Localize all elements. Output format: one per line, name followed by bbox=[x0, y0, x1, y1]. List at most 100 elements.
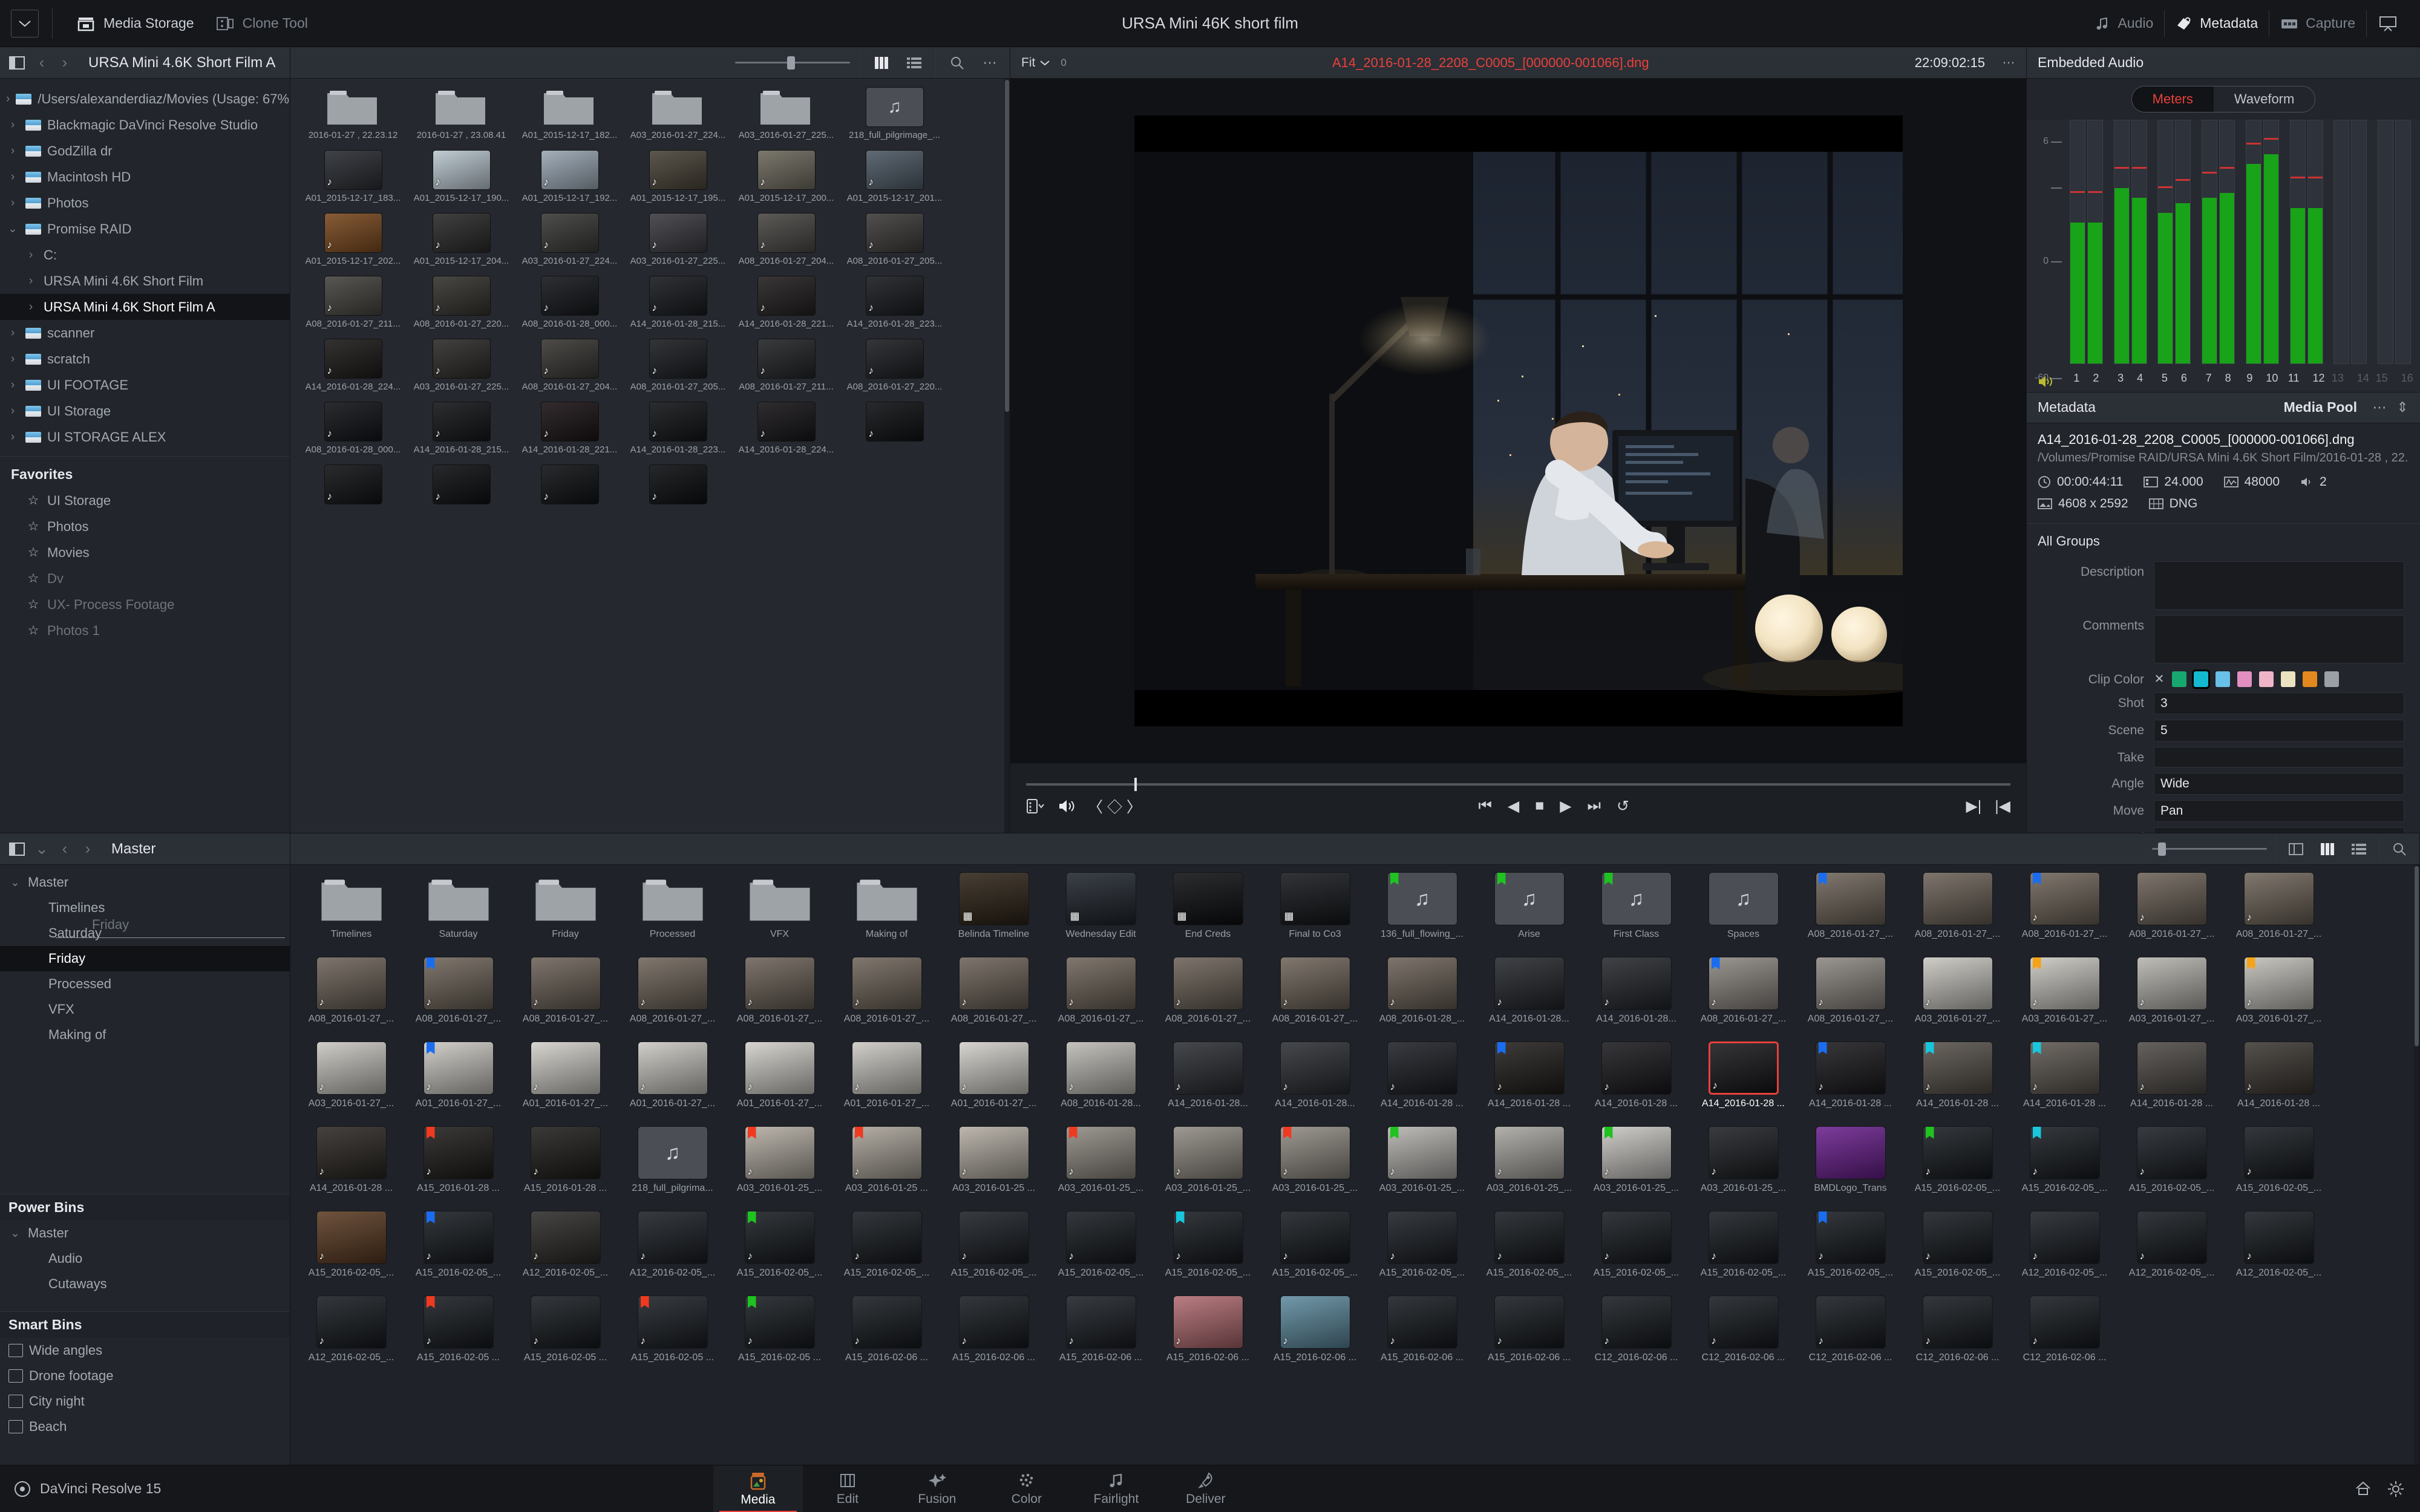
media-pool-item[interactable]: ♪ A08_2016-01-27_... bbox=[2225, 872, 2332, 957]
media-pool-item[interactable]: ♪ A12_2016-02-05_... bbox=[512, 1211, 619, 1295]
play-button[interactable]: ▶ bbox=[1560, 797, 1571, 815]
clip-thumb[interactable]: ♪ bbox=[1922, 1041, 1993, 1095]
clip-thumb[interactable]: ♪ bbox=[649, 402, 707, 442]
browser-item[interactable]: ♪ A01_2015-12-17_201... bbox=[840, 150, 949, 209]
media-pool-item[interactable]: ♪ A03_2016-01-27_... bbox=[2011, 957, 2118, 1041]
playhead[interactable] bbox=[1134, 777, 1137, 791]
browser-item[interactable]: ♪ A08_2016-01-27_211... bbox=[299, 276, 407, 335]
media-pool-item[interactable]: ♪ A08_2016-01-28_... bbox=[1369, 957, 1476, 1041]
clear-clip-color-icon[interactable]: ✕ bbox=[2154, 671, 2165, 686]
browser-item[interactable]: ♪ A08_2016-01-28_000... bbox=[515, 276, 624, 335]
clip-thumb[interactable]: ♪ bbox=[530, 1295, 601, 1349]
page-tab-deliver[interactable]: Deliver bbox=[1161, 1465, 1251, 1512]
clip-thumb[interactable]: ♪ bbox=[540, 464, 599, 504]
media-pool-item[interactable]: ♪ A15_2016-02-05_... bbox=[1261, 1211, 1369, 1295]
media-pool-item[interactable]: ♪ A15_2016-02-06 ... bbox=[1047, 1295, 1154, 1380]
clip-thumb[interactable]: ♪ bbox=[1601, 1041, 1672, 1095]
clip-thumb[interactable]: ♪ bbox=[432, 464, 491, 504]
media-pool-item[interactable]: ♪ A14_2016-01-28 ... bbox=[1476, 1041, 1583, 1126]
media-pool-item[interactable]: ♪ A15_2016-02-05_... bbox=[833, 1211, 940, 1295]
clip-thumb[interactable]: ♪ bbox=[316, 1126, 387, 1179]
browser-item[interactable]: ♪ A01_2015-12-17_183... bbox=[299, 150, 407, 209]
bin-tree-item[interactable]: Timelines bbox=[0, 895, 290, 921]
pool-search-icon[interactable] bbox=[2388, 838, 2411, 861]
tab-metadata[interactable]: Metadata bbox=[2033, 399, 2096, 415]
media-pool-item[interactable]: VFX bbox=[726, 872, 833, 957]
angle-field[interactable]: Wide bbox=[2154, 772, 2404, 795]
browser-item[interactable]: A03_2016-01-27_224... bbox=[624, 87, 732, 146]
clip-thumb[interactable]: ♪ bbox=[649, 276, 707, 316]
media-storage-button[interactable]: Media Storage bbox=[66, 15, 205, 32]
chevron-down-icon[interactable] bbox=[11, 9, 39, 37]
clip-thumb[interactable]: ♪ bbox=[649, 213, 707, 253]
media-pool-item[interactable]: Saturday bbox=[405, 872, 512, 957]
shot-field[interactable]: 3 bbox=[2154, 692, 2404, 714]
audio-clip-thumb[interactable]: ♫ bbox=[637, 1126, 708, 1179]
media-pool-item[interactable]: ♪ A03_2016-01-25_... bbox=[1047, 1126, 1154, 1211]
audio-clip-thumb[interactable]: ♫ bbox=[1494, 872, 1565, 925]
clip-thumb[interactable]: ♪ bbox=[2136, 872, 2207, 925]
favorite-item[interactable]: ☆ UX- Process Footage bbox=[0, 591, 290, 618]
media-pool-item[interactable]: ♪ A03_2016-01-25_... bbox=[1476, 1126, 1583, 1211]
media-pool-item[interactable]: ♪ A14_2016-01-28... bbox=[1583, 957, 1690, 1041]
browser-item[interactable]: ♪ A08_2016-01-27_220... bbox=[407, 276, 515, 335]
storage-tree-item[interactable]: › Photos bbox=[0, 190, 290, 216]
media-pool-item[interactable]: ♪ A03_2016-01-27_... bbox=[1904, 957, 2011, 1041]
power-bins-list[interactable]: ⌄ Master Audio Cutaways bbox=[0, 1220, 290, 1311]
mute-icon[interactable] bbox=[1058, 798, 1074, 814]
settings-gear-icon[interactable] bbox=[2387, 1481, 2404, 1497]
clip-color-swatch[interactable] bbox=[2324, 671, 2339, 687]
media-pool-item[interactable]: ♫ First Class bbox=[1583, 872, 1690, 957]
media-pool-item[interactable]: ♪ A15_2016-02-06 ... bbox=[940, 1295, 1047, 1380]
clip-thumb[interactable]: ♪ bbox=[958, 1041, 1029, 1095]
media-pool-item[interactable]: ♪ C12_2016-02-06 ... bbox=[1797, 1295, 1904, 1380]
smart-bin-item[interactable]: Beach bbox=[0, 1414, 290, 1439]
media-pool-item[interactable]: ♪ A03_2016-01-27_... bbox=[2118, 957, 2225, 1041]
browser-item[interactable]: ♪ A14_2016-01-28_221... bbox=[732, 276, 840, 335]
media-pool-grid[interactable]: Timelines Saturday Friday Processed VFX Makin… bbox=[290, 865, 2414, 1465]
media-pool-item[interactable]: A08_2016-01-27_... bbox=[1904, 872, 2011, 957]
media-pool-item[interactable]: ♪ A15_2016-02-05_... bbox=[298, 1211, 405, 1295]
clip-thumb[interactable]: ♪ bbox=[637, 1295, 708, 1349]
clip-thumb[interactable]: ♪ bbox=[540, 213, 599, 253]
smart-bin-item[interactable]: Wide angles bbox=[0, 1338, 290, 1363]
clip-thumb[interactable]: ♪ bbox=[1922, 1211, 1993, 1264]
clip-thumb[interactable]: ♪ bbox=[1922, 957, 1993, 1010]
clip-thumb[interactable]: ♪ bbox=[1172, 957, 1243, 1010]
clip-thumb[interactable]: ♪ bbox=[2136, 1211, 2207, 1264]
media-pool-item[interactable]: ▦ Final to Co3 bbox=[1261, 872, 1369, 957]
media-pool-item[interactable]: ♪ A15_2016-02-05_... bbox=[2118, 1126, 2225, 1211]
page-tab-edit[interactable]: Edit bbox=[803, 1465, 892, 1512]
clip-thumb[interactable]: ♪ bbox=[744, 1041, 815, 1095]
media-pool-item[interactable]: ♪ A15_2016-02-05_... bbox=[1904, 1126, 2011, 1211]
media-pool-item[interactable]: ♪ A14_2016-01-28 ... bbox=[298, 1126, 405, 1211]
clip-thumb[interactable]: ♪ bbox=[1708, 957, 1779, 1010]
clip-color-swatch[interactable] bbox=[2192, 669, 2210, 689]
media-pool-item[interactable]: ♪ A15_2016-01-28 ... bbox=[405, 1126, 512, 1211]
pool-zoom-slider[interactable] bbox=[2152, 842, 2267, 856]
twisty-icon[interactable]: › bbox=[6, 197, 19, 210]
media-pool-item[interactable]: ♪ A15_2016-02-05_... bbox=[1047, 1211, 1154, 1295]
clip-thumb[interactable]: ♪ bbox=[1708, 1041, 1779, 1095]
media-pool-item[interactable]: ♪ A14_2016-01-28... bbox=[1154, 1041, 1261, 1126]
clip-thumb[interactable]: ♪ bbox=[744, 957, 815, 1010]
storage-tree-item[interactable]: ⌄ Promise RAID bbox=[0, 216, 290, 242]
clip-thumb[interactable]: ♪ bbox=[757, 213, 816, 253]
media-pool-item[interactable]: ♫ Spaces bbox=[1690, 872, 1797, 957]
clip-color-swatches[interactable]: ✕ bbox=[2154, 669, 2339, 689]
browser-item[interactable]: ♪ A08_2016-01-27_220... bbox=[840, 339, 949, 398]
browser-item[interactable]: ♪ A14_2016-01-28_215... bbox=[624, 276, 732, 335]
media-pool-item[interactable]: ♪ A15_2016-02-05 ... bbox=[405, 1295, 512, 1380]
clip-thumb[interactable] bbox=[1922, 872, 1993, 925]
take-field[interactable] bbox=[2154, 746, 2404, 767]
media-pool-item[interactable]: ♪ A08_2016-01-27_... bbox=[1047, 957, 1154, 1041]
clip-thumb[interactable]: ♪ bbox=[1815, 1295, 1886, 1349]
tab-media-pool[interactable]: Media Pool bbox=[2284, 399, 2368, 415]
media-pool-item[interactable]: ♪ A15_2016-02-06 ... bbox=[1154, 1295, 1261, 1380]
clip-thumb[interactable]: ♪ bbox=[423, 1295, 494, 1349]
clip-thumb[interactable]: ♪ bbox=[540, 402, 599, 442]
browser-item[interactable]: ♪ A01_2015-12-17_190... bbox=[407, 150, 515, 209]
media-pool-item[interactable]: ♪ A14_2016-01-28 ... bbox=[1583, 1041, 1690, 1126]
clip-thumb[interactable]: ♪ bbox=[1387, 1041, 1457, 1095]
clip-thumb[interactable]: ♪ bbox=[1708, 1211, 1779, 1264]
